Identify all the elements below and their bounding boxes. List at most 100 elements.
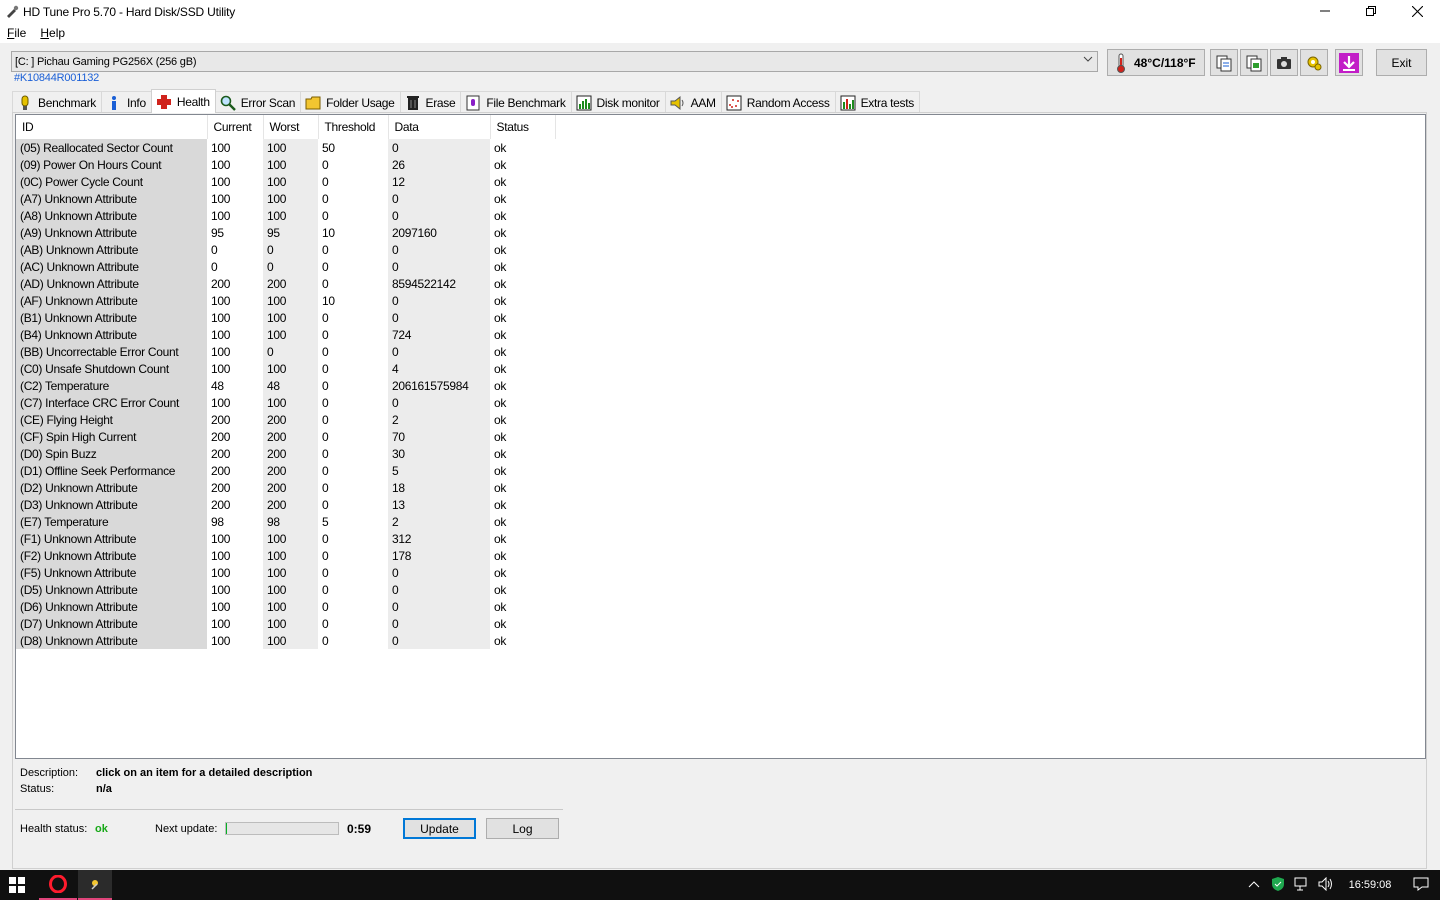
table-row[interactable]: (AF) Unknown Attribute 100 100 10 0 ok [16, 292, 555, 309]
tab-label: Folder Usage [326, 95, 395, 110]
table-row[interactable]: (E7) Temperature 98 98 5 2 ok [16, 513, 555, 530]
security-shield-icon[interactable] [1266, 876, 1290, 895]
table-row[interactable]: (05) Reallocated Sector Count 100 100 50 0 ok [16, 139, 555, 156]
cell-status: ok [494, 514, 507, 529]
network-icon[interactable] [1290, 877, 1314, 894]
cell-data: 178 [388, 547, 490, 564]
tab-info[interactable]: Info [101, 91, 152, 113]
screenshot-button[interactable] [1270, 49, 1298, 76]
cell-data: 2 [388, 411, 490, 428]
cell-status: ok [494, 633, 507, 648]
cell-worst: 100 [263, 139, 318, 156]
taskbar-opera[interactable] [39, 870, 77, 900]
tab-file-benchmark[interactable]: File Benchmark [460, 91, 572, 113]
table-row[interactable]: (0C) Power Cycle Count 100 100 0 12 ok [16, 173, 555, 190]
cell-status: ok [494, 191, 507, 206]
tab-health[interactable]: Health [150, 89, 216, 113]
column-header-threshold[interactable]: Threshold [318, 115, 389, 139]
table-row[interactable]: (C7) Interface CRC Error Count 100 100 0 0 ok [16, 394, 555, 411]
cell-threshold: 0 [322, 395, 329, 410]
table-row[interactable]: (B4) Unknown Attribute 100 100 0 724 ok [16, 326, 555, 343]
cell-current: 200 [211, 497, 231, 512]
drive-serial: #K10844R001132 [14, 72, 100, 84]
table-row[interactable]: (D1) Offline Seek Performance 200 200 0 5 ok [16, 462, 555, 479]
smart-attributes-list[interactable]: ID Current Worst Threshold Data Status (… [15, 114, 1426, 759]
column-header-worst[interactable]: Worst [263, 115, 319, 139]
table-row[interactable]: (D2) Unknown Attribute 200 200 0 18 ok [16, 479, 555, 496]
log-button[interactable]: Log [486, 818, 559, 839]
table-row[interactable]: (F2) Unknown Attribute 100 100 0 178 ok [16, 547, 555, 564]
speaker-icon [670, 95, 686, 111]
column-header-data[interactable]: Data [388, 115, 491, 139]
cell-threshold: 0 [322, 412, 329, 427]
cell-id: (BB) Uncorrectable Error Count [16, 343, 207, 360]
table-row[interactable]: (CF) Spin High Current 200 200 0 70 ok [16, 428, 555, 445]
table-row[interactable]: (A7) Unknown Attribute 100 100 0 0 ok [16, 190, 555, 207]
minimize-button[interactable] [1302, 0, 1348, 22]
cell-worst: 100 [263, 190, 318, 207]
cell-id: (A9) Unknown Attribute [16, 224, 207, 241]
taskbar-hdtune[interactable] [78, 870, 112, 900]
table-row[interactable]: (F1) Unknown Attribute 100 100 0 312 ok [16, 530, 555, 547]
cell-worst: 0 [263, 241, 318, 258]
health-status-label: Health status: [20, 823, 88, 835]
menu-file[interactable]: File [0, 26, 33, 40]
cell-threshold: 0 [322, 344, 329, 359]
options-button[interactable] [1300, 49, 1328, 76]
table-row[interactable]: (AB) Unknown Attribute 0 0 0 0 ok [16, 241, 555, 258]
cell-current: 100 [211, 361, 231, 376]
table-row[interactable]: (D8) Unknown Attribute 100 100 0 0 ok [16, 632, 555, 649]
table-row[interactable]: (CE) Flying Height 200 200 0 2 ok [16, 411, 555, 428]
table-row[interactable]: (A8) Unknown Attribute 100 100 0 0 ok [16, 207, 555, 224]
menu-help[interactable]: Help [33, 26, 72, 40]
close-button[interactable] [1394, 0, 1440, 22]
table-row[interactable]: (C0) Unsafe Shutdown Count 100 100 0 4 ok [16, 360, 555, 377]
cell-status: ok [494, 565, 507, 580]
table-row[interactable]: (F5) Unknown Attribute 100 100 0 0 ok [16, 564, 555, 581]
exit-label: Exit [1391, 55, 1412, 70]
tab-aam[interactable]: AAM [664, 91, 722, 113]
notifications-icon[interactable] [1402, 877, 1440, 894]
restore-button[interactable] [1348, 0, 1394, 22]
tab-erase[interactable]: Erase [399, 91, 462, 113]
start-button[interactable] [0, 870, 34, 900]
smart-table-body: (05) Reallocated Sector Count 100 100 50 0 ok… [16, 139, 555, 649]
chevron-up-icon[interactable] [1242, 879, 1266, 891]
tab-error-scan[interactable]: Error Scan [214, 91, 302, 113]
cell-current: 100 [211, 293, 231, 308]
tab-disk-monitor[interactable]: Disk monitor [570, 91, 666, 113]
tab-label: Random Access [746, 95, 830, 110]
cell-current: 95 [211, 225, 224, 240]
column-header-id[interactable]: ID [16, 115, 208, 139]
column-header-current[interactable]: Current [207, 115, 264, 139]
table-row[interactable]: (D7) Unknown Attribute 100 100 0 0 ok [16, 615, 555, 632]
table-row[interactable]: (D0) Spin Buzz 200 200 0 30 ok [16, 445, 555, 462]
table-row[interactable]: (09) Power On Hours Count 100 100 0 26 ok [16, 156, 555, 173]
clock[interactable]: 16:59:08 [1338, 879, 1402, 891]
table-row[interactable]: (A9) Unknown Attribute 95 95 10 2097160 ok [16, 224, 555, 241]
gauge-icon [17, 95, 33, 111]
tab-random-access[interactable]: Random Access [720, 91, 836, 113]
exit-button[interactable]: Exit [1376, 49, 1427, 76]
drive-select[interactable]: [C: ] Pichau Gaming PG256X (256 gB) [11, 51, 1098, 72]
table-row[interactable]: (BB) Uncorrectable Error Count 100 0 0 0 ok [16, 343, 555, 360]
save-button[interactable] [1335, 49, 1363, 76]
table-row[interactable]: (C2) Temperature 48 48 0 206161575984 ok [16, 377, 555, 394]
table-row[interactable]: (D5) Unknown Attribute 100 100 0 0 ok [16, 581, 555, 598]
table-row[interactable]: (AD) Unknown Attribute 200 200 0 8594522142 o… [16, 275, 555, 292]
copy-text-button[interactable] [1210, 49, 1238, 76]
cell-status: ok [494, 140, 507, 155]
table-row[interactable]: (D3) Unknown Attribute 200 200 0 13 ok [16, 496, 555, 513]
table-row[interactable]: (B1) Unknown Attribute 100 100 0 0 ok [16, 309, 555, 326]
tab-benchmark[interactable]: Benchmark [12, 91, 102, 113]
table-row[interactable]: (AC) Unknown Attribute 0 0 0 0 ok [16, 258, 555, 275]
copy-report-button[interactable] [1240, 49, 1268, 76]
column-header-status[interactable]: Status [490, 115, 556, 139]
tab-folder-usage[interactable]: Folder Usage [300, 91, 401, 113]
volume-icon[interactable] [1314, 876, 1338, 894]
tab-extra-tests[interactable]: Extra tests [834, 91, 920, 113]
table-row[interactable]: (D6) Unknown Attribute 100 100 0 0 ok [16, 598, 555, 615]
cell-status: ok [494, 429, 507, 444]
cell-worst: 200 [263, 445, 318, 462]
update-button[interactable]: Update [403, 818, 476, 839]
